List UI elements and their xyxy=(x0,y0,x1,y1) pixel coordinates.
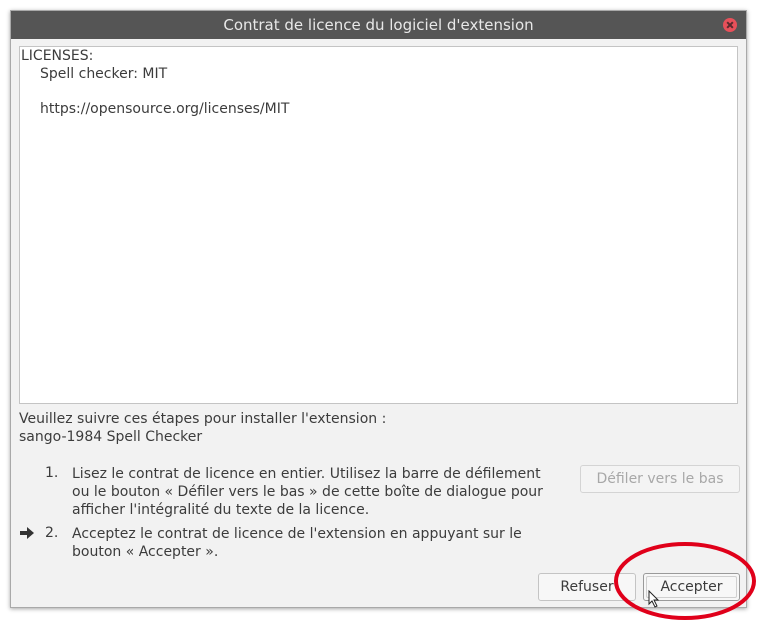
window-title: Contrat de licence du logiciel d'extensi… xyxy=(223,16,534,34)
license-text-area[interactable]: LICENSES: Spell checker: MIT https://ope… xyxy=(19,46,738,404)
instructions-heading: Veuillez suivre ces étapes pour installe… xyxy=(19,411,387,427)
step-text: Acceptez le contrat de licence de l'exte… xyxy=(72,526,522,560)
step-number: 2. xyxy=(45,525,59,541)
close-icon[interactable] xyxy=(723,18,737,32)
scroll-down-button[interactable]: Défiler vers le bas xyxy=(580,465,740,493)
step-text: Lisez le contrat de licence en entier. U… xyxy=(72,466,543,518)
title-bar[interactable]: Contrat de licence du logiciel d'extensi… xyxy=(11,11,746,39)
arrow-right-icon xyxy=(20,527,34,539)
license-line: Spell checker: MIT xyxy=(40,66,168,82)
refuse-button[interactable]: Refuser xyxy=(538,573,636,601)
license-dialog: Contrat de licence du logiciel d'extensi… xyxy=(10,10,747,608)
extension-name: sango-1984 Spell Checker xyxy=(19,429,203,445)
step-number: 1. xyxy=(45,465,59,481)
mouse-cursor-icon xyxy=(648,590,660,608)
license-line: LICENSES: xyxy=(21,48,94,64)
license-line: https://opensource.org/licenses/MIT xyxy=(40,101,290,117)
